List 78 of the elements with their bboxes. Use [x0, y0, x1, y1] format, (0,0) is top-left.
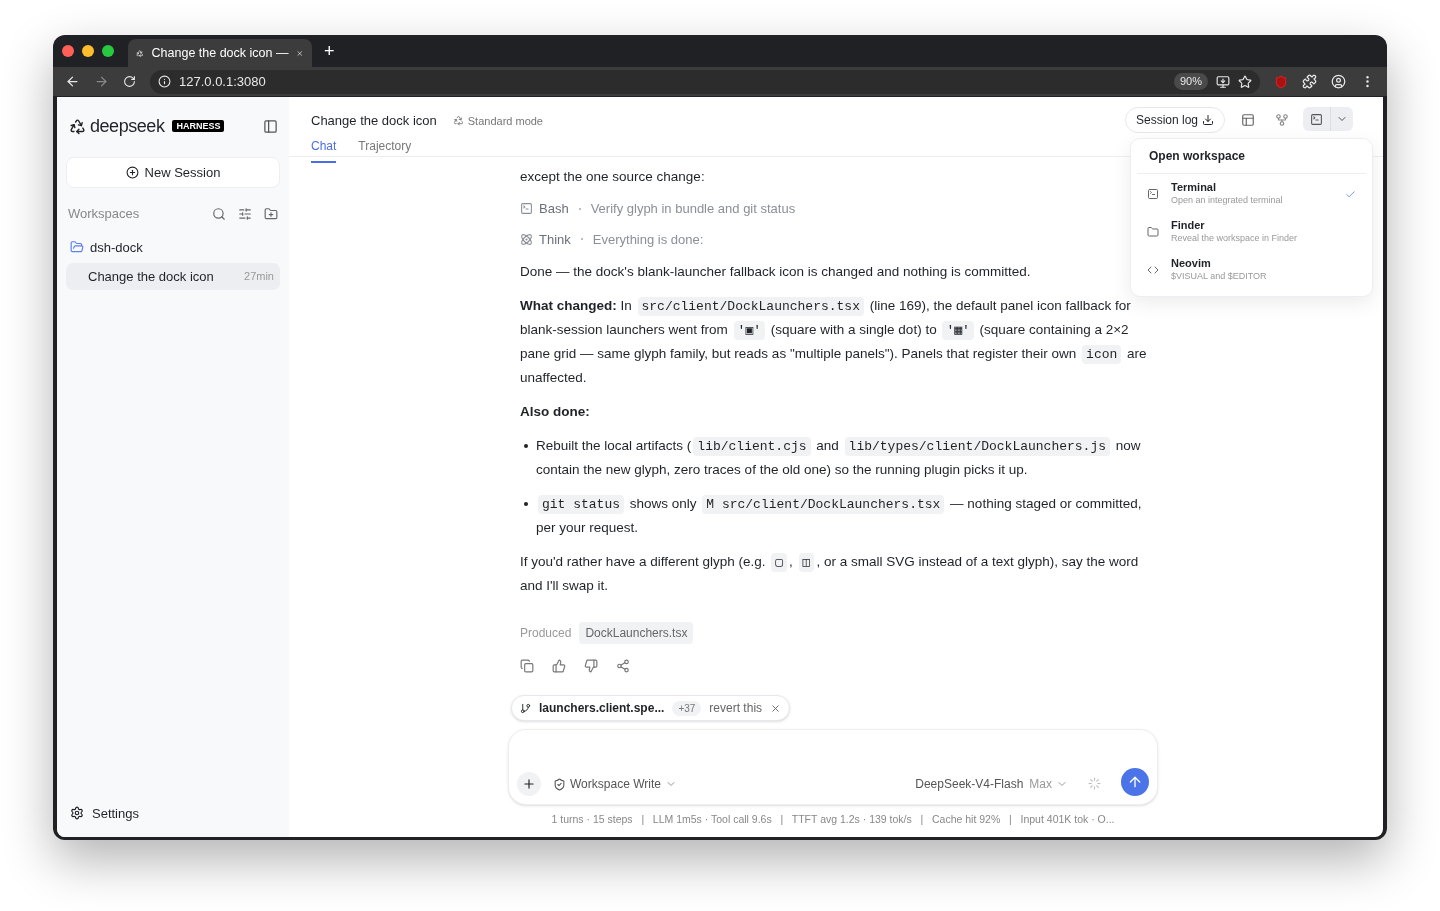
browser-tab[interactable]: Change the dock icon —	[128, 39, 312, 67]
tab[interactable]: Chat	[311, 136, 337, 163]
brand-name: deepseek	[90, 117, 165, 135]
session-title: Change the dock icon	[311, 112, 437, 130]
model-dropdown[interactable]: DeepSeek-V4-Flash Max	[915, 772, 1068, 797]
profile-icon[interactable]	[1331, 74, 1346, 89]
site-info-icon[interactable]	[158, 75, 171, 88]
back-icon[interactable]	[65, 74, 80, 89]
mode-label[interactable]: Standard mode	[452, 112, 543, 129]
new-folder-icon[interactable]	[264, 206, 278, 221]
close-window-button[interactable]	[62, 45, 74, 57]
thumbs-up-icon[interactable]	[552, 659, 566, 673]
copy-icon[interactable]	[520, 659, 534, 673]
message-paragraph: except the one source change:	[520, 168, 706, 186]
install-app-icon[interactable]	[1216, 74, 1230, 89]
produced-label: Produced	[520, 625, 572, 642]
settings-item[interactable]: Settings	[66, 803, 280, 823]
changed-file-name: launchers.client.spe...	[539, 700, 665, 718]
minimize-window-button[interactable]	[82, 45, 94, 57]
thumbs-down-icon[interactable]	[584, 659, 598, 673]
collapse-sidebar-icon[interactable]	[263, 118, 278, 134]
zoom-window-button[interactable]	[102, 45, 114, 57]
filter-icon[interactable]	[238, 206, 252, 221]
tab[interactable]: Trajectory	[358, 136, 412, 163]
message-paragraph: What changed: In src/client/DockLaunchers.tsx (line 169), the default panel icon fallback for blank-session launchers went from '▣' (square with a single dot) to '▦' (square containing a 2×2 pane grid — same glyph family, but reads as "multiple panels"). Panels that register their own icon are unaffected.	[520, 296, 1148, 387]
menu-title: Open workspace	[1137, 147, 1366, 174]
line-count-badge: +37	[672, 700, 702, 716]
add-button[interactable]	[517, 772, 541, 797]
message-heading: Also done:	[520, 403, 591, 421]
extensions-icon[interactable]	[1302, 74, 1317, 89]
message-paragraph: If you'd rather have a different glyph (e.g. ▢ , ◫ , or a small SVG instead of a text glyph), say the word and I'll swap it.	[520, 552, 1140, 595]
workspaces-label: Workspaces	[68, 205, 140, 223]
zoom-level-badge[interactable]: 90%	[1173, 73, 1208, 90]
branch-icon[interactable]	[1275, 113, 1289, 127]
atom-icon	[520, 232, 533, 246]
workspace-item[interactable]: dsh-dock	[66, 237, 280, 257]
status-text: 1 turns · 15 steps | LLM 1m5s · Tool call 9.6s | TTFT avg 1.2s · 139 tok/s | Cache hit 92% | Input 401K tok · O...	[550, 812, 1116, 828]
recycle-icon	[452, 115, 464, 127]
plus-icon	[522, 777, 536, 792]
menu-item[interactable]: Finder Reveal the workspace in Finder	[1131, 214, 1372, 250]
message-paragraph: Done — the dock's blank-launcher fallback icon is changed and nothing is committed.	[520, 263, 1032, 281]
menu-item[interactable]: Terminal Open an integrated terminal	[1131, 176, 1372, 212]
menu-item[interactable]: Neovim $VISUAL and $EDITOR	[1131, 252, 1372, 288]
bookmark-star-icon[interactable]	[1238, 74, 1252, 89]
tool-name[interactable]: Bash	[539, 199, 569, 219]
send-button[interactable]	[1121, 768, 1149, 797]
new-tab-button[interactable]: +	[324, 37, 335, 65]
session-item[interactable]: Change the dock icon 27min	[66, 263, 280, 290]
tool-detail: Verify glyph in bundle and git status	[590, 200, 796, 218]
revert-link[interactable]: revert this	[709, 699, 763, 718]
close-icon[interactable]	[770, 702, 782, 714]
address-bar[interactable]: 127.0.0.1:3080 90%	[150, 69, 1260, 94]
terminal-icon	[520, 202, 533, 216]
terminal-icon	[1147, 188, 1159, 200]
bullet-text: Rebuilt the local artifacts ( lib/client.cjs and lib/types/client/DockLaunchers.js now contain the new glyph, zero traces of the old one) so the running plugin picks it up.	[536, 436, 1142, 479]
settings-icon	[70, 806, 84, 821]
change-chip[interactable]: launchers.client.spe... +37 revert this	[511, 695, 791, 722]
composer[interactable]: Workspace Write DeepSeek-V4-Flash Max	[508, 729, 1158, 806]
harness-badge: HARNESS	[172, 120, 225, 132]
plus-circle-icon	[125, 166, 139, 179]
reload-icon[interactable]	[123, 75, 136, 88]
folder-open-icon	[70, 240, 84, 255]
download-icon	[1202, 114, 1214, 126]
loading-spinner-icon	[1088, 777, 1101, 791]
bullet-text: git status shows only M src/client/DockLaunchers.tsx — nothing staged or committed, per your request.	[536, 494, 1143, 537]
search-icon[interactable]	[212, 206, 226, 221]
code-icon	[1147, 264, 1159, 276]
forward-icon[interactable]	[94, 74, 109, 89]
file-chip[interactable]: DockLaunchers.tsx	[579, 622, 694, 644]
layout-panel-icon[interactable]	[1241, 113, 1255, 127]
tool-detail: Everything is done:	[592, 230, 704, 249]
terminal-icon	[1310, 112, 1323, 126]
new-session-button[interactable]: New Session	[66, 157, 280, 188]
branch-icon	[520, 702, 531, 714]
permission-dropdown[interactable]: Workspace Write	[553, 772, 677, 797]
tool-name[interactable]: Think	[539, 229, 571, 249]
folder-icon	[1147, 226, 1159, 238]
shield-check-icon	[553, 777, 566, 791]
